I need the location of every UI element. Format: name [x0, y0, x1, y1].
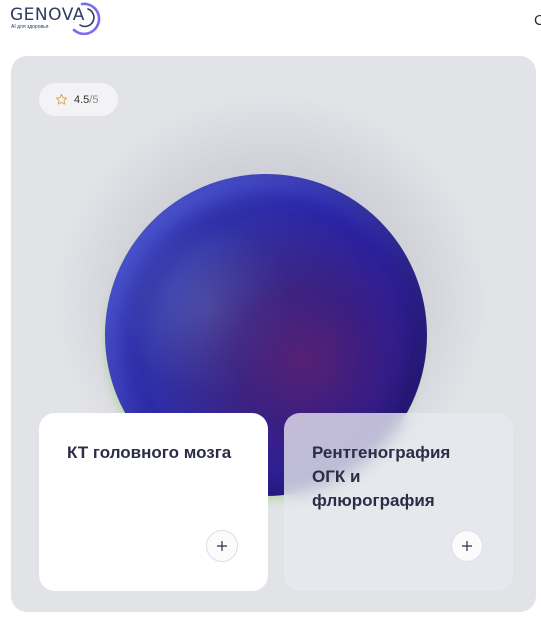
add-service-button[interactable]	[206, 530, 238, 562]
rating-value: 4.5	[74, 93, 90, 106]
service-card-ct-brain[interactable]: КТ головного мозга	[39, 413, 268, 591]
header-nav-clipped[interactable]: С	[534, 12, 541, 29]
rating-badge: 4.5 /5	[39, 83, 118, 116]
star-outline-icon	[55, 93, 68, 105]
service-card-chest-xray[interactable]: Рентгенография ОГК и флюрография	[284, 413, 513, 591]
hero-card: 4.5 /5 КТ головного мозга Рентгенография…	[11, 56, 536, 612]
genova-logo[interactable]: GENOVA AI для здоровья	[10, 2, 101, 35]
service-title: КТ головного мозга	[67, 443, 232, 462]
site-header: GENOVA AI для здоровья С	[0, 0, 541, 46]
add-service-button[interactable]	[451, 530, 483, 562]
plus-icon	[217, 541, 227, 551]
plus-icon	[462, 541, 472, 551]
service-title: Рентгенография ОГК и флюрография	[312, 443, 451, 510]
logo-arc-icon	[72, 2, 101, 35]
logo-tagline: AI для здоровья	[11, 24, 49, 30]
rating-max: /5	[89, 93, 99, 106]
